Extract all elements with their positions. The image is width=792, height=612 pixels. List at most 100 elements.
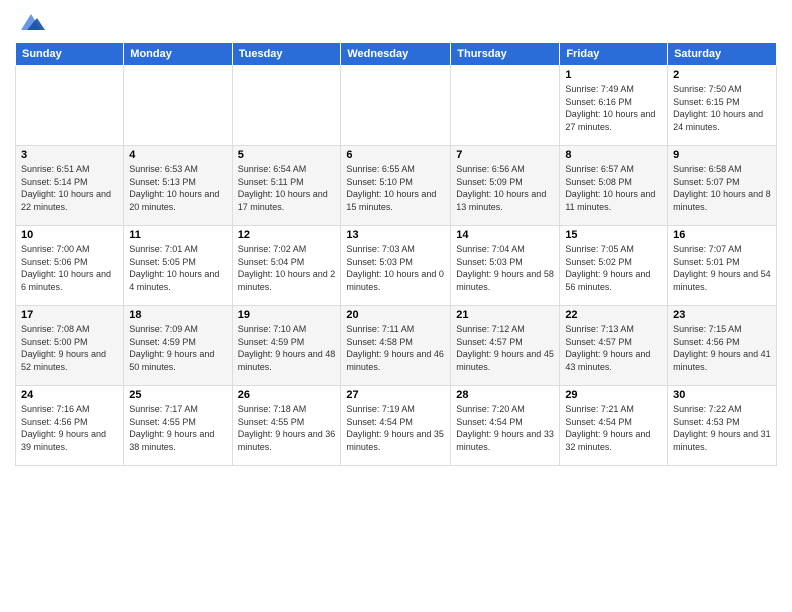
table-row: 17 Sunrise: 7:08 AMSunset: 5:00 PMDayligh… bbox=[16, 306, 124, 386]
day-info: Sunrise: 7:22 AMSunset: 4:53 PMDaylight:… bbox=[673, 403, 771, 453]
table-row: 9Sunrise: 6:58 AMSunset: 5:07 PMDaylight… bbox=[668, 146, 777, 226]
table-row: 1Sunrise: 7:49 AMSunset: 6:16 PMDaylight… bbox=[560, 66, 668, 146]
calendar-week-row: 10 Sunrise: 7:00 AMSunset: 5:06 PMDayligh… bbox=[16, 226, 777, 306]
day-info: Sunrise: 7:12 AMSunset: 4:57 PMDaylight:… bbox=[456, 323, 554, 373]
day-info: Sunrise: 6:57 AMSunset: 5:08 PMDaylight:… bbox=[565, 163, 662, 213]
day-number: 10 bbox=[21, 229, 118, 241]
day-number: 4 bbox=[129, 149, 226, 161]
calendar-week-row: 17 Sunrise: 7:08 AMSunset: 5:00 PMDayligh… bbox=[16, 306, 777, 386]
col-thursday: Thursday bbox=[451, 43, 560, 66]
day-info: Sunrise: 7:19 AMSunset: 4:54 PMDaylight:… bbox=[346, 403, 445, 453]
table-row: 11 Sunrise: 7:01 AMSunset: 5:05 PMDayligh… bbox=[124, 226, 232, 306]
day-number: 11 bbox=[129, 229, 226, 241]
table-row: 23Sunrise: 7:15 AMSunset: 4:56 PMDayligh… bbox=[668, 306, 777, 386]
table-row: 16 Sunrise: 7:07 AMSunset: 5:01 PMDayligh… bbox=[668, 226, 777, 306]
day-number: 14 bbox=[456, 229, 554, 241]
day-info: Sunrise: 7:07 AMSunset: 5:01 PMDaylight:… bbox=[673, 243, 771, 293]
day-info: Sunrise: 7:16 AMSunset: 4:56 PMDaylight:… bbox=[21, 403, 118, 453]
day-number: 3 bbox=[21, 149, 118, 161]
day-number: 25 bbox=[129, 389, 226, 401]
day-number: 12 bbox=[238, 229, 336, 241]
table-row: 28Sunrise: 7:20 AMSunset: 4:54 PMDayligh… bbox=[451, 386, 560, 466]
col-wednesday: Wednesday bbox=[341, 43, 451, 66]
table-row: 8Sunrise: 6:57 AMSunset: 5:08 PMDaylight… bbox=[560, 146, 668, 226]
day-number: 29 bbox=[565, 389, 662, 401]
calendar-week-row: 1Sunrise: 7:49 AMSunset: 6:16 PMDaylight… bbox=[16, 66, 777, 146]
table-row: 25 Sunrise: 7:17 AMSunset: 4:55 PMDayligh… bbox=[124, 386, 232, 466]
day-number: 20 bbox=[346, 309, 445, 321]
calendar-week-row: 3 Sunrise: 6:51 AMSunset: 5:14 PMDaylight… bbox=[16, 146, 777, 226]
day-info: Sunrise: 6:56 AMSunset: 5:09 PMDaylight:… bbox=[456, 163, 554, 213]
table-row bbox=[232, 66, 341, 146]
day-info: Sunrise: 7:04 AMSunset: 5:03 PMDaylight:… bbox=[456, 243, 554, 293]
day-number: 13 bbox=[346, 229, 445, 241]
table-row: 14 Sunrise: 7:04 AMSunset: 5:03 PMDayligh… bbox=[451, 226, 560, 306]
table-row: 26Sunrise: 7:18 AMSunset: 4:55 PMDayligh… bbox=[232, 386, 341, 466]
day-info: Sunrise: 7:13 AMSunset: 4:57 PMDaylight:… bbox=[565, 323, 662, 373]
table-row: 24 Sunrise: 7:16 AMSunset: 4:56 PMDayligh… bbox=[16, 386, 124, 466]
col-monday: Monday bbox=[124, 43, 232, 66]
day-number: 15 bbox=[565, 229, 662, 241]
day-info: Sunrise: 7:05 AMSunset: 5:02 PMDaylight:… bbox=[565, 243, 662, 293]
table-row: 4 Sunrise: 6:53 AMSunset: 5:13 PMDaylight… bbox=[124, 146, 232, 226]
day-info: Sunrise: 6:55 AMSunset: 5:10 PMDaylight:… bbox=[346, 163, 445, 213]
table-row: 15 Sunrise: 7:05 AMSunset: 5:02 PMDayligh… bbox=[560, 226, 668, 306]
table-row: 30Sunrise: 7:22 AMSunset: 4:53 PMDayligh… bbox=[668, 386, 777, 466]
table-row bbox=[124, 66, 232, 146]
day-info: Sunrise: 7:17 AMSunset: 4:55 PMDaylight:… bbox=[129, 403, 226, 453]
col-friday: Friday bbox=[560, 43, 668, 66]
day-info: Sunrise: 7:18 AMSunset: 4:55 PMDaylight:… bbox=[238, 403, 336, 453]
table-row: 27 Sunrise: 7:19 AMSunset: 4:54 PMDayligh… bbox=[341, 386, 451, 466]
table-row: 29 Sunrise: 7:21 AMSunset: 4:54 PMDayligh… bbox=[560, 386, 668, 466]
day-number: 28 bbox=[456, 389, 554, 401]
logo-icon bbox=[17, 10, 45, 34]
calendar-week-row: 24 Sunrise: 7:16 AMSunset: 4:56 PMDayligh… bbox=[16, 386, 777, 466]
day-number: 7 bbox=[456, 149, 554, 161]
day-info: Sunrise: 7:15 AMSunset: 4:56 PMDaylight:… bbox=[673, 323, 771, 373]
col-saturday: Saturday bbox=[668, 43, 777, 66]
logo bbox=[15, 10, 45, 34]
day-info: Sunrise: 7:10 AMSunset: 4:59 PMDaylight:… bbox=[238, 323, 336, 373]
table-row bbox=[16, 66, 124, 146]
col-sunday: Sunday bbox=[16, 43, 124, 66]
day-info: Sunrise: 7:50 AMSunset: 6:15 PMDaylight:… bbox=[673, 83, 771, 133]
day-number: 22 bbox=[565, 309, 662, 321]
table-row: 21 Sunrise: 7:12 AMSunset: 4:57 PMDayligh… bbox=[451, 306, 560, 386]
day-number: 16 bbox=[673, 229, 771, 241]
calendar-header-row: Sunday Monday Tuesday Wednesday Thursday… bbox=[16, 43, 777, 66]
table-row bbox=[451, 66, 560, 146]
day-info: Sunrise: 7:21 AMSunset: 4:54 PMDaylight:… bbox=[565, 403, 662, 453]
table-row: 2 Sunrise: 7:50 AMSunset: 6:15 PMDaylight… bbox=[668, 66, 777, 146]
header bbox=[15, 10, 777, 34]
day-info: Sunrise: 6:54 AMSunset: 5:11 PMDaylight:… bbox=[238, 163, 336, 213]
table-row: 7 Sunrise: 6:56 AMSunset: 5:09 PMDaylight… bbox=[451, 146, 560, 226]
day-info: Sunrise: 7:03 AMSunset: 5:03 PMDaylight:… bbox=[346, 243, 445, 293]
day-number: 27 bbox=[346, 389, 445, 401]
day-info: Sunrise: 7:01 AMSunset: 5:05 PMDaylight:… bbox=[129, 243, 226, 293]
day-number: 24 bbox=[21, 389, 118, 401]
day-info: Sunrise: 6:58 AMSunset: 5:07 PMDaylight:… bbox=[673, 163, 771, 213]
day-info: Sunrise: 7:02 AMSunset: 5:04 PMDaylight:… bbox=[238, 243, 336, 293]
day-number: 6 bbox=[346, 149, 445, 161]
table-row: 13 Sunrise: 7:03 AMSunset: 5:03 PMDayligh… bbox=[341, 226, 451, 306]
day-number: 17 bbox=[21, 309, 118, 321]
day-info: Sunrise: 6:53 AMSunset: 5:13 PMDaylight:… bbox=[129, 163, 226, 213]
table-row: 19Sunrise: 7:10 AMSunset: 4:59 PMDayligh… bbox=[232, 306, 341, 386]
day-number: 5 bbox=[238, 149, 336, 161]
day-number: 1 bbox=[565, 69, 662, 81]
page: Sunday Monday Tuesday Wednesday Thursday… bbox=[0, 0, 792, 612]
day-info: Sunrise: 7:11 AMSunset: 4:58 PMDaylight:… bbox=[346, 323, 445, 373]
day-info: Sunrise: 7:00 AMSunset: 5:06 PMDaylight:… bbox=[21, 243, 118, 293]
day-number: 21 bbox=[456, 309, 554, 321]
day-number: 18 bbox=[129, 309, 226, 321]
day-info: Sunrise: 7:08 AMSunset: 5:00 PMDaylight:… bbox=[21, 323, 118, 373]
table-row: 12 Sunrise: 7:02 AMSunset: 5:04 PMDayligh… bbox=[232, 226, 341, 306]
col-tuesday: Tuesday bbox=[232, 43, 341, 66]
day-info: Sunrise: 6:51 AMSunset: 5:14 PMDaylight:… bbox=[21, 163, 118, 213]
calendar: Sunday Monday Tuesday Wednesday Thursday… bbox=[15, 42, 777, 466]
day-number: 2 bbox=[673, 69, 771, 81]
table-row: 22 Sunrise: 7:13 AMSunset: 4:57 PMDayligh… bbox=[560, 306, 668, 386]
table-row: 18Sunrise: 7:09 AMSunset: 4:59 PMDayligh… bbox=[124, 306, 232, 386]
table-row: 3 Sunrise: 6:51 AMSunset: 5:14 PMDaylight… bbox=[16, 146, 124, 226]
table-row bbox=[341, 66, 451, 146]
